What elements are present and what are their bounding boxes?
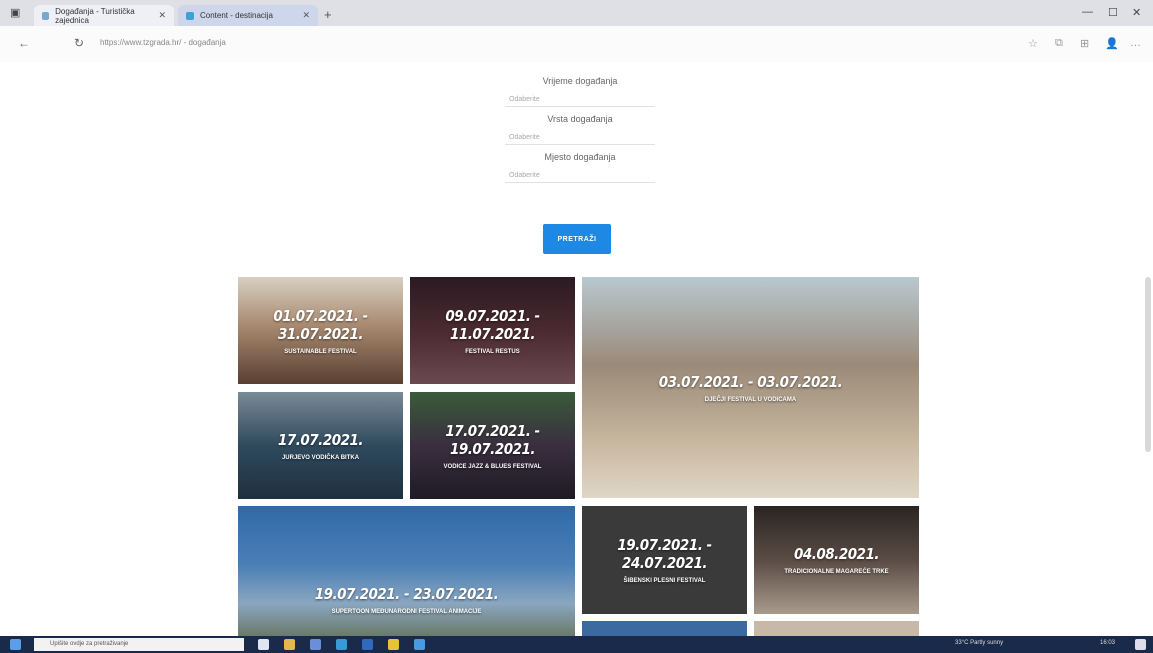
taskbar-search-input[interactable]: Upišite ovdje za pretraživanje — [34, 638, 244, 651]
tab-favicon-icon — [186, 11, 194, 20]
event-date: 17.07.2021. — [278, 430, 364, 449]
tab-actions-icon[interactable]: ▣ — [10, 6, 20, 19]
event-title: TRADICIONALNE MAGAREĆE TRKE — [784, 569, 889, 575]
browser-tab-2[interactable]: Content - destinacija ✕ — [178, 5, 318, 26]
event-title: SUSTAINABLE FESTIVAL — [284, 348, 357, 355]
address-bar: ← ↻ https://www.tzgrada.hr/ - događanja … — [0, 26, 1153, 62]
event-card[interactable]: 03.07.2021. - 03.07.2021. DJEČJI FESTIVA… — [582, 277, 919, 498]
back-arrow-icon[interactable]: ← — [18, 36, 30, 50]
minimize-icon[interactable]: — — [1082, 6, 1093, 18]
event-card[interactable]: 17.07.2021. JURJEVO VODIČKA BITKA — [238, 392, 403, 499]
close-tab-icon[interactable]: ✕ — [158, 10, 166, 21]
close-window-icon[interactable]: ✕ — [1132, 6, 1141, 19]
url-text[interactable]: https://www.tzgrada.hr/ - događanja — [100, 38, 226, 47]
event-title: SUPERTOON MEĐUNARODNI FESTIVAL ANIMACIJE — [331, 608, 482, 615]
event-date: 19.07.2021. - 24.07.2021. — [617, 536, 712, 572]
event-card[interactable]: 09.07.2021. - 11.07.2021. FESTIVAL RESTU… — [410, 277, 575, 384]
store-icon[interactable] — [310, 639, 321, 650]
more-menu-icon[interactable]: … — [1130, 37, 1141, 49]
start-icon[interactable] — [10, 639, 21, 650]
event-title: FESTIVAL RESTUS — [465, 348, 520, 355]
refresh-icon[interactable]: ↻ — [74, 36, 84, 50]
event-card[interactable]: 04.08.2021. TRADICIONALNE MAGAREĆE TRKE — [754, 506, 919, 614]
event-date: 03.07.2021. - 03.07.2021. — [658, 372, 843, 391]
event-date: 19.07.2021. - 23.07.2021. — [314, 584, 499, 603]
profile-icon[interactable]: 👤 — [1105, 37, 1119, 50]
event-date: 04.08.2021. — [794, 545, 880, 563]
event-title: JURJEVO VODIČKA BITKA — [281, 454, 360, 461]
edge-icon[interactable] — [336, 639, 347, 650]
field-label-type: Vrsta događanja — [547, 114, 613, 124]
event-title: ŠIBENSKI PLESNI FESTIVAL — [623, 578, 706, 584]
browser-tab-bar: Događanja - Turistička zajednica ✕ Conte… — [0, 0, 1153, 26]
weather-status[interactable]: 33°C Partly sunny — [955, 640, 1003, 646]
field-label-place: Mjesto događanja — [544, 152, 616, 162]
scrollbar[interactable] — [1145, 277, 1151, 452]
event-title: VODICE JAZZ & BLUES FESTIVAL — [443, 463, 542, 470]
event-date: 09.07.2021. - 11.07.2021. — [445, 306, 540, 343]
page-content: Vrijeme događanja Odaberite Vrsta događa… — [0, 62, 1153, 636]
mail-icon[interactable] — [362, 639, 373, 650]
new-tab-icon[interactable]: + — [324, 7, 332, 22]
app-icon[interactable] — [414, 639, 425, 650]
notifications-icon[interactable] — [1135, 639, 1146, 650]
taskbar: Upišite ovdje za pretraživanje 33°C Part… — [0, 636, 1153, 653]
search-button[interactable]: PRETRAŽI — [543, 224, 611, 254]
type-select[interactable]: Odaberite — [505, 131, 655, 145]
event-card[interactable]: 19.07.2021. - 24.07.2021. ŠIBENSKI PLESN… — [582, 506, 747, 614]
file-explorer-icon[interactable] — [284, 639, 295, 650]
clock[interactable]: 16:03 — [1100, 640, 1115, 646]
event-title: DJEČJI FESTIVAL U VODICAMA — [704, 396, 797, 403]
place-select[interactable]: Odaberite — [505, 169, 655, 183]
event-date: 01.07.2021. - 31.07.2021. — [273, 306, 368, 343]
event-date: 17.07.2021. - 19.07.2021. — [445, 421, 540, 458]
task-view-icon[interactable] — [258, 639, 269, 650]
tab-title: Content - destinacija — [200, 11, 273, 20]
close-tab-icon[interactable]: ✕ — [302, 10, 310, 21]
extensions-icon[interactable]: ⊞ — [1080, 37, 1089, 50]
browser-tab-1[interactable]: Događanja - Turistička zajednica ✕ — [34, 5, 174, 26]
event-card[interactable]: 19.07.2021. - 23.07.2021. SUPERTOON MEĐU… — [238, 506, 575, 636]
maximize-icon[interactable]: ☐ — [1108, 6, 1118, 19]
tab-favicon-icon — [42, 11, 50, 20]
time-select[interactable]: Odaberite — [505, 93, 655, 107]
event-card[interactable] — [754, 621, 919, 636]
folder-icon[interactable] — [388, 639, 399, 650]
collections-icon[interactable]: ⧉ — [1055, 37, 1063, 50]
tab-title: Događanja - Turistička zajednica — [55, 6, 135, 25]
favorite-star-icon[interactable]: ☆ — [1028, 37, 1038, 50]
event-card[interactable]: 01.07.2021. - 31.07.2021. SUSTAINABLE FE… — [238, 277, 403, 384]
event-card[interactable] — [582, 621, 747, 636]
event-card[interactable]: 17.07.2021. - 19.07.2021. VODICE JAZZ & … — [410, 392, 575, 499]
field-label-time: Vrijeme događanja — [542, 76, 618, 86]
